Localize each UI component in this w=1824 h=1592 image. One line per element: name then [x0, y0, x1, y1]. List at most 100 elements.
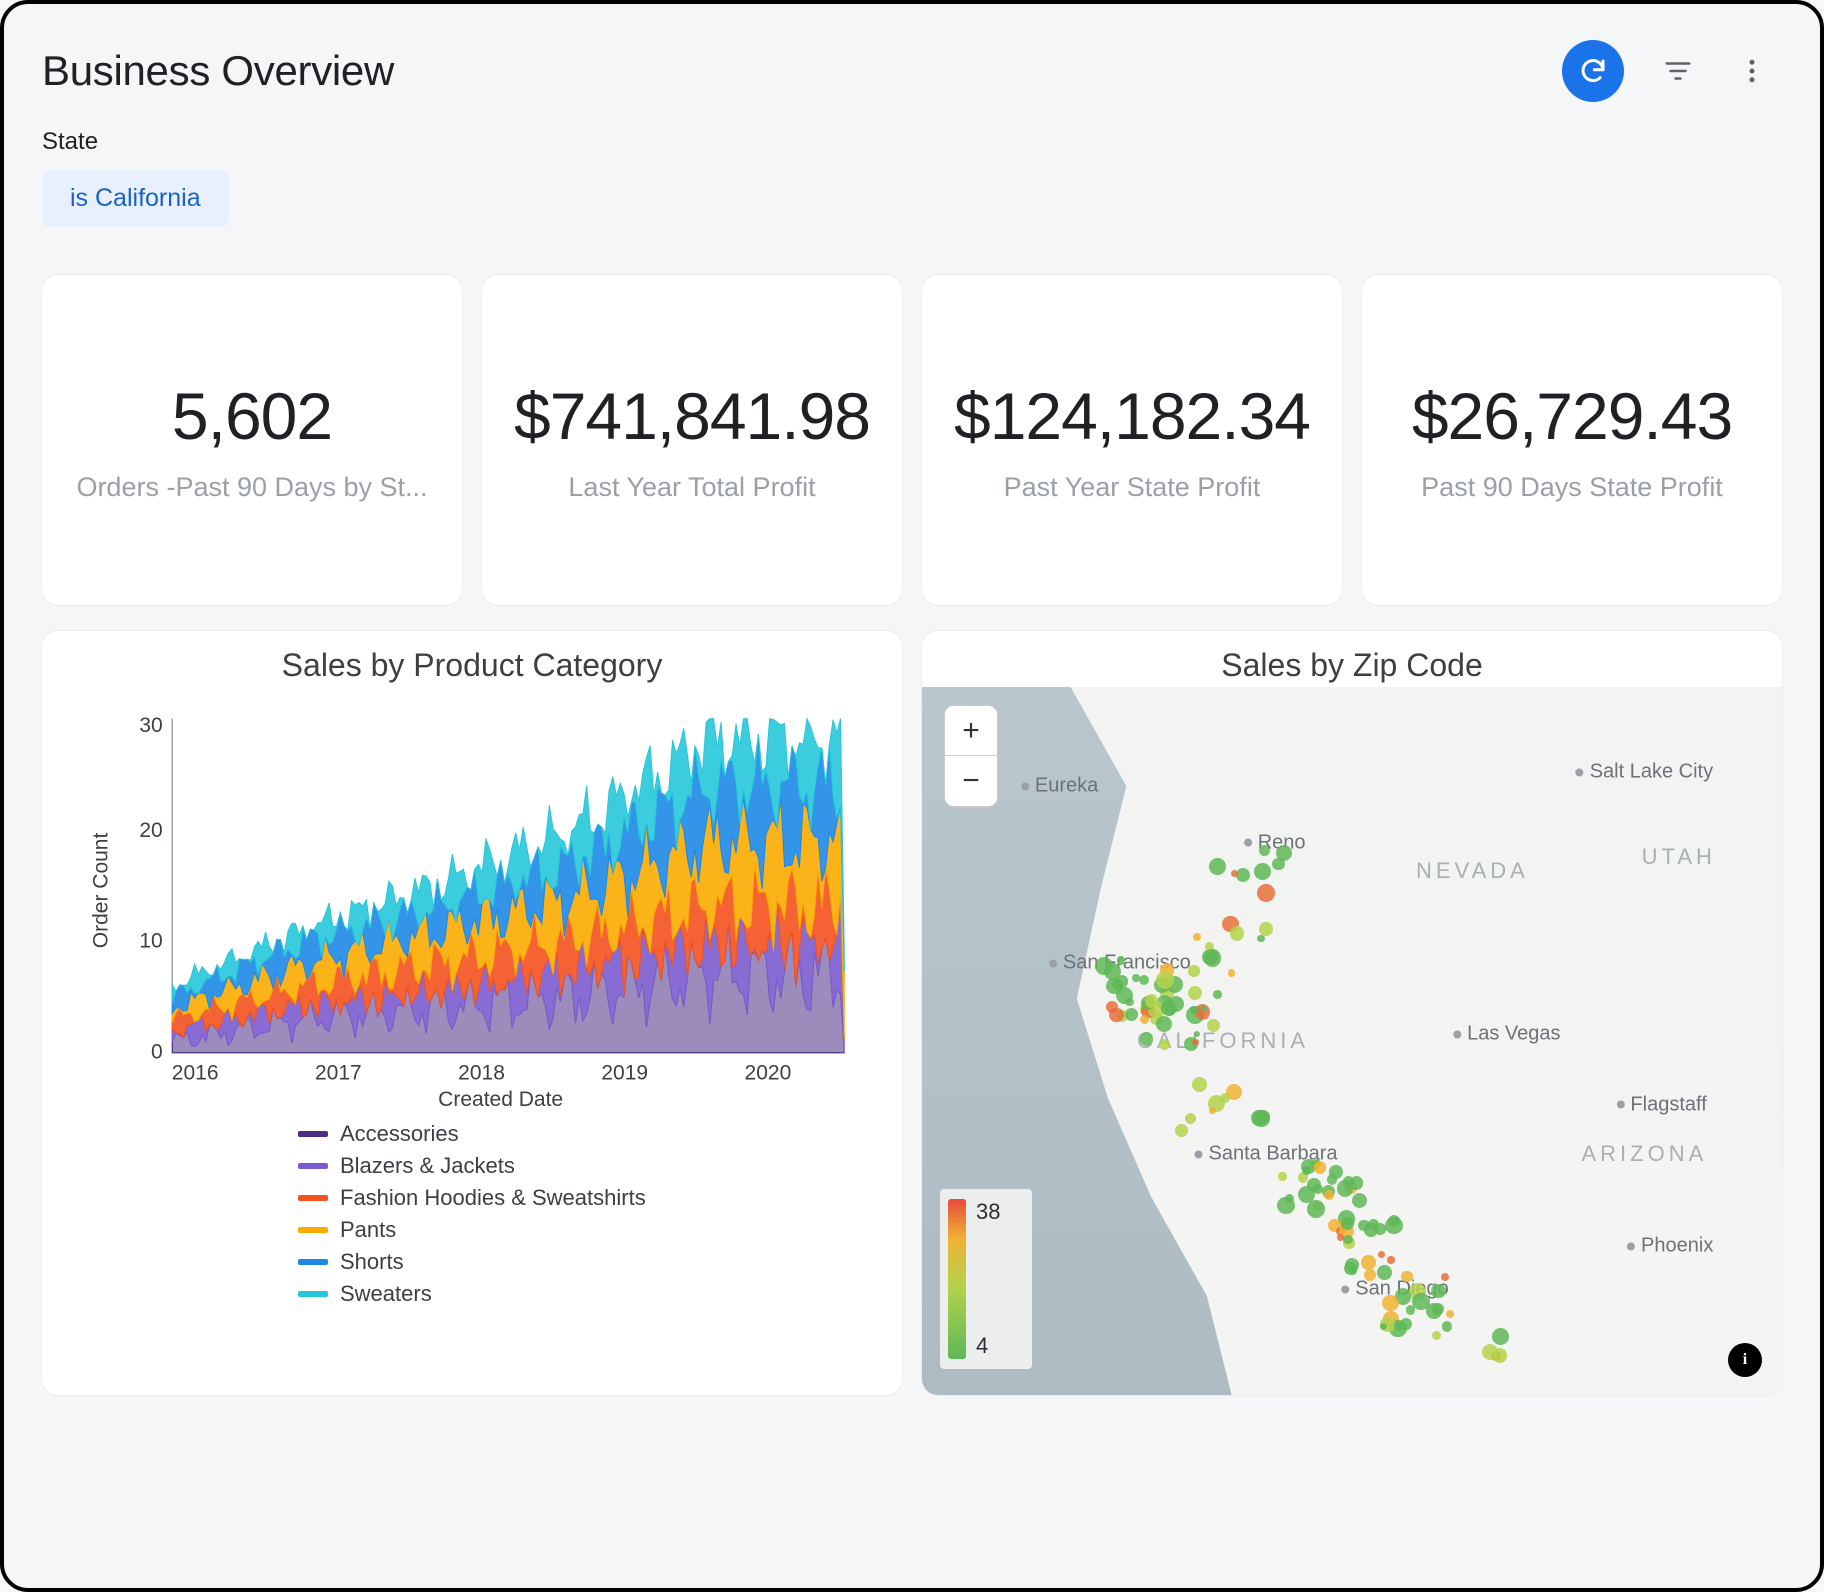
panel-sales-by-zip[interactable]: Sales by Zip Code NEVADACALIFORNIAUTAHAR… — [922, 631, 1782, 1395]
map-data-point — [1442, 1321, 1452, 1331]
map-data-point — [1175, 1124, 1187, 1136]
map-city-label: Eureka — [1021, 775, 1098, 798]
map-city-label: Las Vegas — [1453, 1022, 1560, 1045]
map-data-point — [1259, 922, 1273, 936]
stacked-area-chart: 0 10 20 30 Order Count 2016 2017 2018 20… — [58, 690, 886, 1110]
kpi-value: $26,729.43 — [1412, 378, 1732, 454]
map-data-point — [1307, 1200, 1325, 1218]
map-zoom-in-button[interactable]: + — [945, 706, 997, 756]
legend-item[interactable]: Sweaters — [298, 1281, 886, 1307]
map-data-point — [1192, 1039, 1199, 1046]
filter-block: State is California — [42, 128, 1782, 227]
panel-title: Sales by Product Category — [42, 631, 902, 690]
panel-sales-by-category[interactable]: Sales by Product Category 0 10 20 30 Ord… — [42, 631, 902, 1395]
legend-label: Pants — [340, 1217, 396, 1243]
map-data-point — [1254, 863, 1271, 880]
map-data-point — [1259, 845, 1270, 856]
svg-text:2020: 2020 — [745, 1061, 792, 1084]
map-data-point — [1387, 1256, 1395, 1264]
filter-chip-state[interactable]: is California — [42, 170, 229, 227]
map-data-point — [1432, 1303, 1444, 1315]
kpi-card-90day-state-profit[interactable]: $26,729.43 Past 90 Days State Profit — [1362, 275, 1782, 605]
map-data-point — [1324, 1190, 1334, 1200]
map-data-point — [1272, 858, 1285, 871]
refresh-button[interactable] — [1562, 40, 1624, 102]
map-zoom-control: + − — [944, 705, 998, 807]
map-data-point — [1213, 990, 1222, 999]
map-zoom-out-button[interactable]: − — [945, 756, 997, 806]
map-data-point — [1358, 1220, 1369, 1231]
legend-item[interactable]: Fashion Hoodies & Sweatshirts — [298, 1185, 886, 1211]
legend-item[interactable]: Shorts — [298, 1249, 886, 1275]
map-color-scale: 38 4 — [940, 1189, 1032, 1369]
map-data-point — [1190, 1006, 1197, 1013]
svg-text:2019: 2019 — [601, 1061, 648, 1084]
map-data-point — [1327, 1174, 1337, 1184]
kpi-label: Past 90 Days State Profit — [1421, 472, 1723, 503]
map-data-point — [1116, 975, 1129, 988]
map-data-point — [1207, 1019, 1220, 1032]
legend-item[interactable]: Accessories — [298, 1121, 886, 1147]
map-data-point — [1209, 1107, 1215, 1113]
map-data-point — [1377, 1265, 1392, 1280]
chart-legend: Accessories Blazers & Jackets Fashion Ho… — [298, 1121, 886, 1307]
legend-item[interactable]: Blazers & Jackets — [298, 1153, 886, 1179]
map-data-point — [1159, 1039, 1170, 1050]
map-data-point — [1156, 1016, 1172, 1032]
map-state-label: UTAH — [1642, 844, 1716, 870]
map-data-point — [1230, 926, 1245, 941]
map-data-point — [1228, 969, 1235, 976]
legend-label: Blazers & Jackets — [340, 1153, 515, 1179]
legend-item[interactable]: Pants — [298, 1217, 886, 1243]
svg-text:20: 20 — [139, 819, 162, 842]
map-data-point — [1341, 1217, 1354, 1230]
legend-label: Fashion Hoodies & Sweatshirts — [340, 1185, 646, 1211]
svg-text:2018: 2018 — [458, 1061, 505, 1084]
map-data-point — [1188, 986, 1202, 1000]
map-city-label: Reno — [1244, 831, 1306, 854]
map-data-point — [1161, 1000, 1177, 1016]
kpi-label: Orders -Past 90 Days by St... — [76, 472, 427, 503]
panels-row: Sales by Product Category 0 10 20 30 Ord… — [42, 631, 1782, 1395]
map-data-point — [1156, 971, 1174, 989]
map-body[interactable]: NEVADACALIFORNIAUTAHARIZONAEurekaRenoSan… — [922, 687, 1782, 1395]
map-data-point — [1209, 858, 1226, 875]
kpi-card-last-year-profit[interactable]: $741,841.98 Last Year Total Profit — [482, 275, 902, 605]
map-data-point — [1401, 1271, 1412, 1282]
map-data-point — [1257, 935, 1264, 942]
more-button[interactable] — [1732, 51, 1772, 91]
svg-text:30: 30 — [139, 714, 162, 737]
map-data-point — [1364, 1269, 1376, 1281]
map-city-label: Flagstaff — [1616, 1093, 1706, 1116]
filter-button[interactable] — [1658, 51, 1698, 91]
legend-label: Accessories — [340, 1121, 459, 1147]
map-data-point — [1109, 1008, 1124, 1023]
minus-icon: − — [962, 764, 980, 797]
map-data-point — [1140, 1032, 1153, 1045]
svg-text:10: 10 — [139, 930, 162, 953]
legend-label: Sweaters — [340, 1281, 432, 1307]
y-axis-label: Order Count — [89, 833, 112, 949]
svg-text:2016: 2016 — [172, 1061, 219, 1084]
map-data-point — [1482, 1344, 1499, 1361]
map-data-point — [1204, 949, 1222, 967]
kpi-label: Last Year Total Profit — [568, 472, 815, 503]
map-data-point — [1378, 1251, 1385, 1258]
map-data-point — [1145, 994, 1159, 1008]
map-data-point — [1344, 1262, 1357, 1275]
refresh-icon — [1578, 56, 1608, 86]
scale-min: 4 — [976, 1333, 1000, 1359]
map-data-point — [1314, 1161, 1326, 1173]
svg-text:0: 0 — [151, 1040, 163, 1063]
kpi-card-orders[interactable]: 5,602 Orders -Past 90 Days by St... — [42, 275, 462, 605]
map-data-point — [1343, 1235, 1352, 1244]
map-data-point — [1257, 884, 1275, 902]
panel-title: Sales by Zip Code — [922, 631, 1782, 690]
map-data-point — [1188, 965, 1199, 976]
header: Business Overview — [42, 40, 1782, 102]
map-info-button[interactable]: i — [1728, 1343, 1762, 1377]
map-data-point — [1385, 1217, 1402, 1234]
map-data-point — [1220, 1093, 1230, 1103]
map-data-point — [1278, 1172, 1286, 1180]
kpi-card-past-year-state-profit[interactable]: $124,182.34 Past Year State Profit — [922, 275, 1342, 605]
